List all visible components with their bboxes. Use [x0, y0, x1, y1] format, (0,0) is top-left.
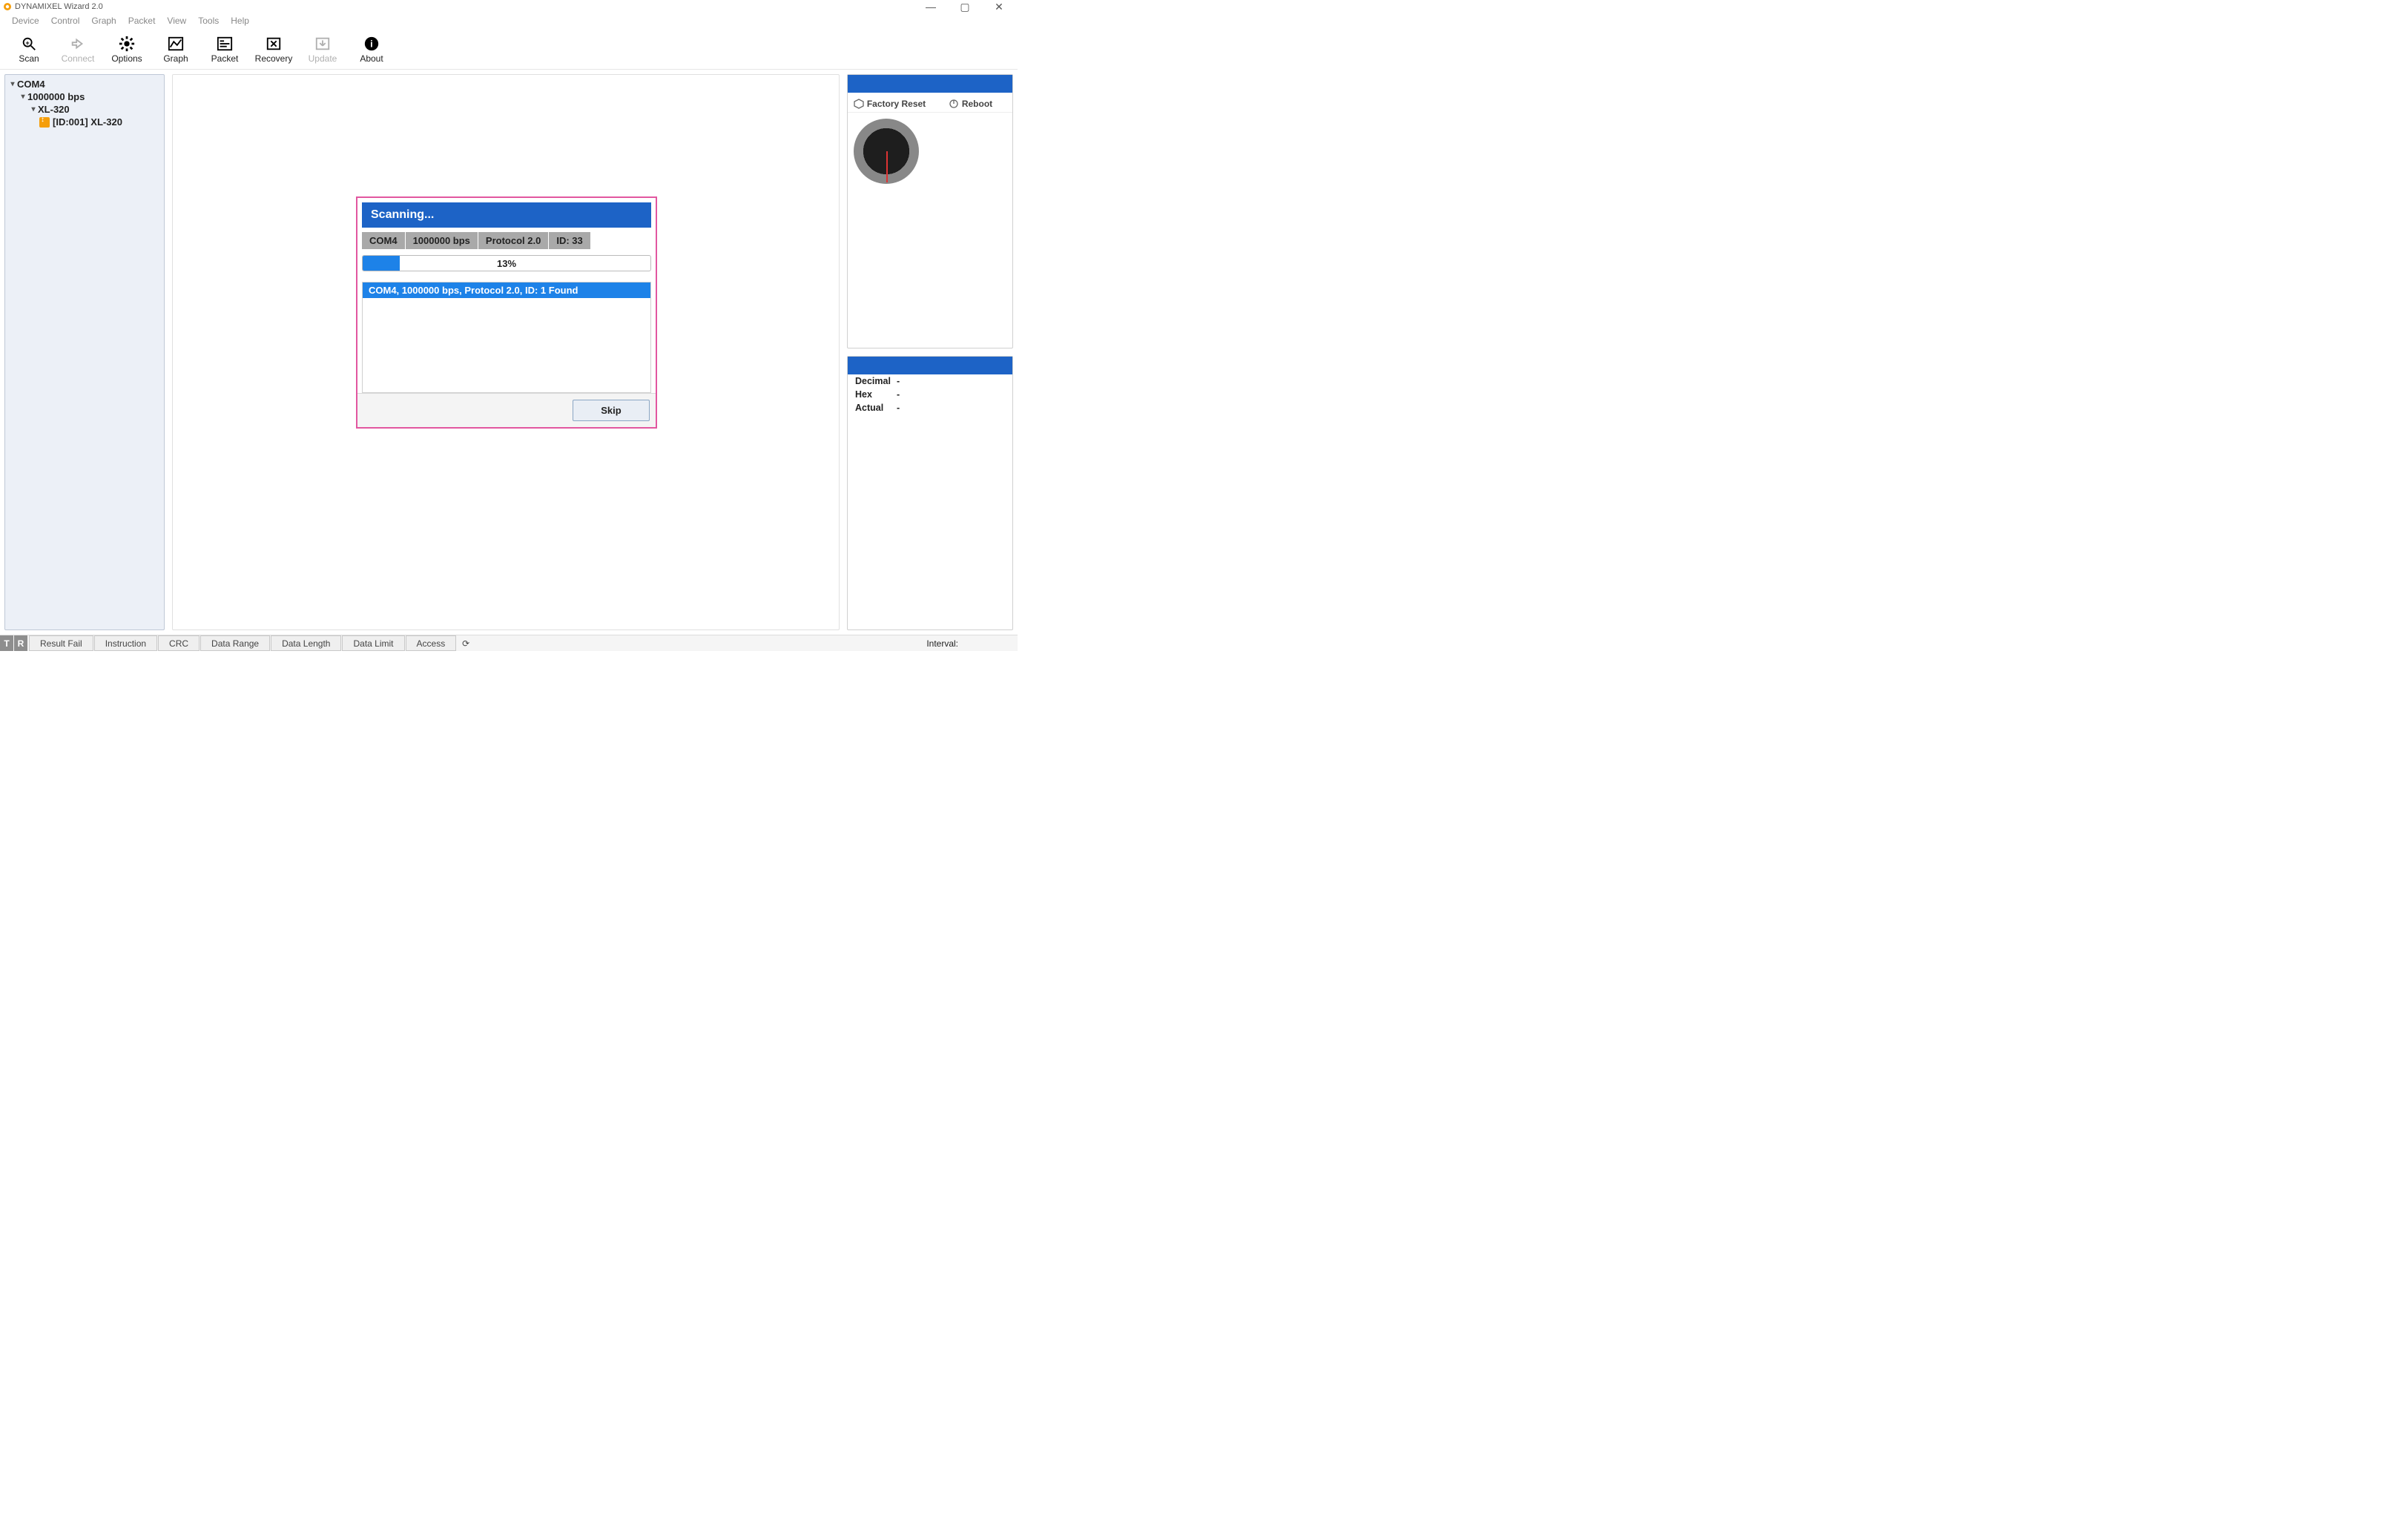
menu-graph[interactable]: Graph — [85, 16, 122, 26]
servo-icon — [39, 117, 50, 128]
menu-tools[interactable]: Tools — [192, 16, 225, 26]
tree-label: [ID:001] XL-320 — [53, 116, 122, 128]
status-crc[interactable]: CRC — [158, 635, 200, 651]
app-icon — [3, 2, 12, 11]
value-row-hex: Hex - — [848, 388, 1012, 401]
packet-icon — [217, 36, 233, 52]
position-dial[interactable] — [854, 119, 919, 184]
found-list[interactable]: COM4, 1000000 bps, Protocol 2.0, ID: 1 F… — [362, 282, 651, 393]
right-column: Factory Reset Reboot Decimal - Hex - — [847, 74, 1013, 630]
scan-icon: + — [21, 36, 37, 52]
found-item[interactable]: COM4, 1000000 bps, Protocol 2.0, ID: 1 F… — [363, 282, 650, 298]
toolbar-label: Recovery — [255, 53, 293, 64]
toolbar-label: Packet — [211, 53, 239, 64]
menu-help[interactable]: Help — [225, 16, 255, 26]
scan-button[interactable]: + Scan — [4, 30, 53, 69]
status-instruction[interactable]: Instruction — [94, 635, 157, 651]
control-panel-header — [848, 75, 1012, 93]
value-row-decimal: Decimal - — [848, 374, 1012, 388]
title-bar: DYNAMIXEL Wizard 2.0 — ▢ ✕ — [0, 0, 1018, 13]
cube-icon — [854, 99, 864, 109]
value-value: - — [897, 389, 900, 400]
scan-protocol-tag: Protocol 2.0 — [478, 232, 548, 249]
device-tree[interactable]: ▾ COM4 ▾ 1000000 bps ▾ XL-320 [ID:001] X… — [4, 74, 165, 630]
value-row-actual: Actual - — [848, 401, 1012, 414]
chevron-down-icon[interactable]: ▾ — [19, 93, 27, 101]
close-icon[interactable]: ✕ — [992, 1, 1006, 13]
gear-icon — [119, 36, 135, 52]
reboot-button[interactable]: Reboot — [932, 97, 1009, 110]
tree-device[interactable]: [ID:001] XL-320 — [7, 116, 162, 128]
button-label: Factory Reset — [867, 99, 926, 109]
status-data-length[interactable]: Data Length — [271, 635, 341, 651]
scan-params: COM4 1000000 bps Protocol 2.0 ID: 33 — [362, 232, 651, 249]
status-data-range[interactable]: Data Range — [200, 635, 270, 651]
toolbar-label: Graph — [163, 53, 188, 64]
menu-control[interactable]: Control — [45, 16, 86, 26]
power-icon — [949, 99, 959, 109]
about-button[interactable]: i About — [347, 30, 396, 69]
value-value: - — [897, 376, 900, 386]
tree-baud[interactable]: ▾ 1000000 bps — [7, 90, 162, 103]
dialog-title: Scanning... — [362, 202, 651, 228]
graph-icon — [168, 36, 184, 52]
tree-model[interactable]: ▾ XL-320 — [7, 103, 162, 116]
options-button[interactable]: Options — [102, 30, 151, 69]
rx-indicator: R — [14, 635, 27, 651]
progress-label: 13% — [363, 256, 650, 271]
connect-button[interactable]: Connect — [53, 30, 102, 69]
skip-button[interactable]: Skip — [573, 400, 650, 421]
tree-label: 1000000 bps — [27, 91, 85, 102]
scan-progress: 13% — [362, 255, 651, 271]
toolbar: + Scan Connect Options Graph Packet Reco… — [0, 28, 1018, 70]
status-access[interactable]: Access — [406, 635, 457, 651]
tree-label: COM4 — [17, 79, 45, 90]
recovery-icon — [266, 36, 282, 52]
update-button[interactable]: Update — [298, 30, 347, 69]
menu-view[interactable]: View — [161, 16, 192, 26]
packet-button[interactable]: Packet — [200, 30, 249, 69]
tx-indicator: T — [0, 635, 13, 651]
value-label: Actual — [855, 403, 897, 413]
scan-port-tag: COM4 — [362, 232, 405, 249]
info-icon: i — [363, 36, 380, 52]
tree-port[interactable]: ▾ COM4 — [7, 78, 162, 90]
chevron-down-icon[interactable]: ▾ — [29, 105, 38, 113]
value-label: Decimal — [855, 376, 897, 386]
toolbar-label: About — [360, 53, 383, 64]
scan-id-tag: ID: 33 — [549, 232, 590, 249]
interval-label: Interval: — [926, 635, 1018, 651]
refresh-icon[interactable]: ⟳ — [456, 635, 475, 651]
value-panel-header — [848, 357, 1012, 374]
graph-button[interactable]: Graph — [151, 30, 200, 69]
chevron-down-icon[interactable]: ▾ — [8, 80, 17, 88]
toolbar-label: Options — [111, 53, 142, 64]
menu-bar: Device Control Graph Packet View Tools H… — [0, 13, 1018, 28]
svg-text:i: i — [370, 38, 373, 49]
scanning-dialog: Scanning... COM4 1000000 bps Protocol 2.… — [356, 196, 657, 429]
control-panel: Factory Reset Reboot — [847, 74, 1013, 348]
toolbar-label: Scan — [19, 53, 39, 64]
maximize-icon[interactable]: ▢ — [958, 1, 972, 13]
scan-baud-tag: 1000000 bps — [406, 232, 478, 249]
value-value: - — [897, 403, 900, 413]
value-panel: Decimal - Hex - Actual - — [847, 356, 1013, 630]
recovery-button[interactable]: Recovery — [249, 30, 298, 69]
connect-icon — [70, 36, 86, 52]
tree-label: XL-320 — [38, 104, 70, 115]
minimize-icon[interactable]: — — [924, 1, 937, 13]
status-bar: T R Result Fail Instruction CRC Data Ran… — [0, 635, 1018, 651]
menu-device[interactable]: Device — [6, 16, 45, 26]
svg-text:+: + — [25, 39, 29, 46]
toolbar-label: Connect — [62, 53, 95, 64]
button-label: Reboot — [962, 99, 992, 109]
toolbar-label: Update — [309, 53, 337, 64]
value-label: Hex — [855, 389, 897, 400]
factory-reset-button[interactable]: Factory Reset — [851, 97, 929, 110]
update-icon — [314, 36, 331, 52]
status-data-limit[interactable]: Data Limit — [342, 635, 404, 651]
menu-packet[interactable]: Packet — [122, 16, 162, 26]
window-title: DYNAMIXEL Wizard 2.0 — [15, 2, 924, 11]
status-result-fail[interactable]: Result Fail — [29, 635, 93, 651]
